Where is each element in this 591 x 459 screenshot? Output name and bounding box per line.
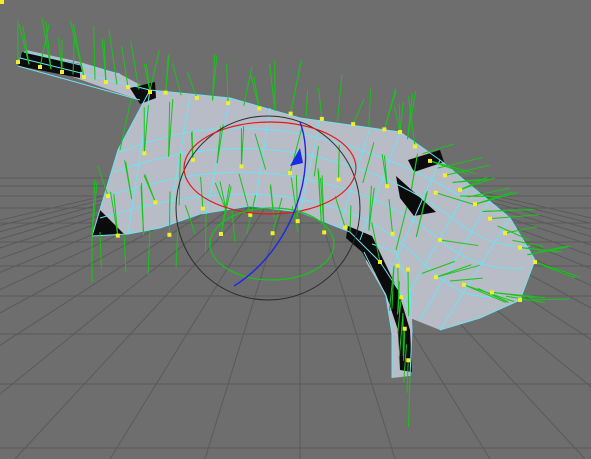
- mesh-edge: [19, 57, 151, 91]
- vertex-point[interactable]: [518, 298, 522, 302]
- normal-line: [226, 63, 229, 104]
- vertex-point[interactable]: [443, 173, 447, 178]
- normal-line: [317, 87, 323, 119]
- vertex-point[interactable]: [288, 171, 292, 175]
- normal-line: [407, 269, 410, 317]
- vertex-point[interactable]: [378, 260, 382, 264]
- normal-line: [123, 233, 127, 273]
- vertex-point[interactable]: [0, 0, 4, 4]
- vertex-point[interactable]: [163, 90, 168, 95]
- vertex-point[interactable]: [395, 263, 400, 268]
- vertex-point[interactable]: [458, 187, 462, 192]
- vertex-point[interactable]: [438, 238, 442, 242]
- vertex-point[interactable]: [343, 225, 348, 230]
- vertex-point[interactable]: [219, 232, 223, 236]
- normal-line: [147, 229, 151, 275]
- vertex-point[interactable]: [194, 95, 199, 100]
- vertex-point[interactable]: [406, 267, 410, 272]
- normal-line: [97, 165, 109, 197]
- vertex-point[interactable]: [38, 65, 42, 69]
- normal-line: [383, 88, 397, 130]
- vertex-point[interactable]: [351, 122, 356, 127]
- vertex-point[interactable]: [288, 111, 293, 116]
- vertex-point[interactable]: [16, 60, 20, 64]
- vertex-point[interactable]: [239, 164, 244, 169]
- vertex-point[interactable]: [190, 157, 195, 162]
- vertex-point[interactable]: [433, 190, 438, 195]
- vertex-point[interactable]: [82, 75, 86, 79]
- vertex-point[interactable]: [385, 184, 390, 189]
- vertex-point[interactable]: [518, 245, 522, 250]
- vertex-point[interactable]: [413, 144, 417, 149]
- normal-line: [459, 195, 497, 198]
- vertex-point[interactable]: [322, 230, 327, 235]
- vertex-point[interactable]: [402, 326, 407, 331]
- vertex-point[interactable]: [462, 282, 466, 287]
- vertex-point[interactable]: [390, 231, 395, 236]
- normal-line: [168, 191, 171, 235]
- vertex-point[interactable]: [488, 216, 492, 221]
- normal-line: [368, 88, 372, 127]
- normal-line: [268, 62, 276, 112]
- vertex-point[interactable]: [399, 295, 404, 300]
- normal-line: [243, 67, 253, 106]
- normal-line: [305, 90, 309, 117]
- vertex-point[interactable]: [104, 80, 108, 84]
- normal-line: [527, 245, 568, 256]
- vertex-point[interactable]: [382, 127, 387, 132]
- vertex-point[interactable]: [106, 194, 110, 198]
- vertex-point[interactable]: [533, 260, 537, 264]
- vertex-point[interactable]: [226, 101, 231, 106]
- normal-line: [250, 74, 260, 109]
- normal-line: [204, 213, 207, 253]
- vertex-point[interactable]: [428, 158, 432, 163]
- vertex-point[interactable]: [336, 177, 341, 182]
- vertex-point[interactable]: [200, 206, 205, 211]
- vertex-point[interactable]: [490, 290, 494, 295]
- vertex-point[interactable]: [142, 151, 147, 156]
- vertex-point[interactable]: [153, 200, 158, 205]
- vertex-point[interactable]: [270, 231, 275, 236]
- vertex-point[interactable]: [503, 231, 507, 236]
- rotate-y-ring[interactable]: [209, 207, 335, 281]
- normal-line: [175, 225, 179, 268]
- vertex-point[interactable]: [398, 130, 402, 134]
- normal-line: [399, 101, 404, 133]
- vertex-point[interactable]: [473, 202, 477, 207]
- normal-line: [172, 63, 182, 96]
- normal-line: [99, 231, 102, 269]
- normal-line: [337, 74, 343, 122]
- vertex-point[interactable]: [406, 358, 411, 363]
- vertex-point[interactable]: [60, 70, 64, 74]
- normal-line: [352, 98, 365, 125]
- vertex-point[interactable]: [257, 106, 262, 111]
- normal-line: [290, 60, 302, 114]
- 3d-viewport[interactable]: [0, 0, 591, 459]
- vertex-point[interactable]: [295, 219, 300, 224]
- normal-line: [534, 261, 576, 279]
- vertex-point[interactable]: [115, 233, 120, 238]
- vertex-point[interactable]: [319, 116, 324, 121]
- vertex-point[interactable]: [167, 232, 172, 237]
- vertex-point[interactable]: [148, 90, 152, 94]
- viewport-scene[interactable]: [0, 0, 591, 459]
- vertex-point[interactable]: [434, 275, 438, 280]
- vertex-point[interactable]: [126, 85, 130, 89]
